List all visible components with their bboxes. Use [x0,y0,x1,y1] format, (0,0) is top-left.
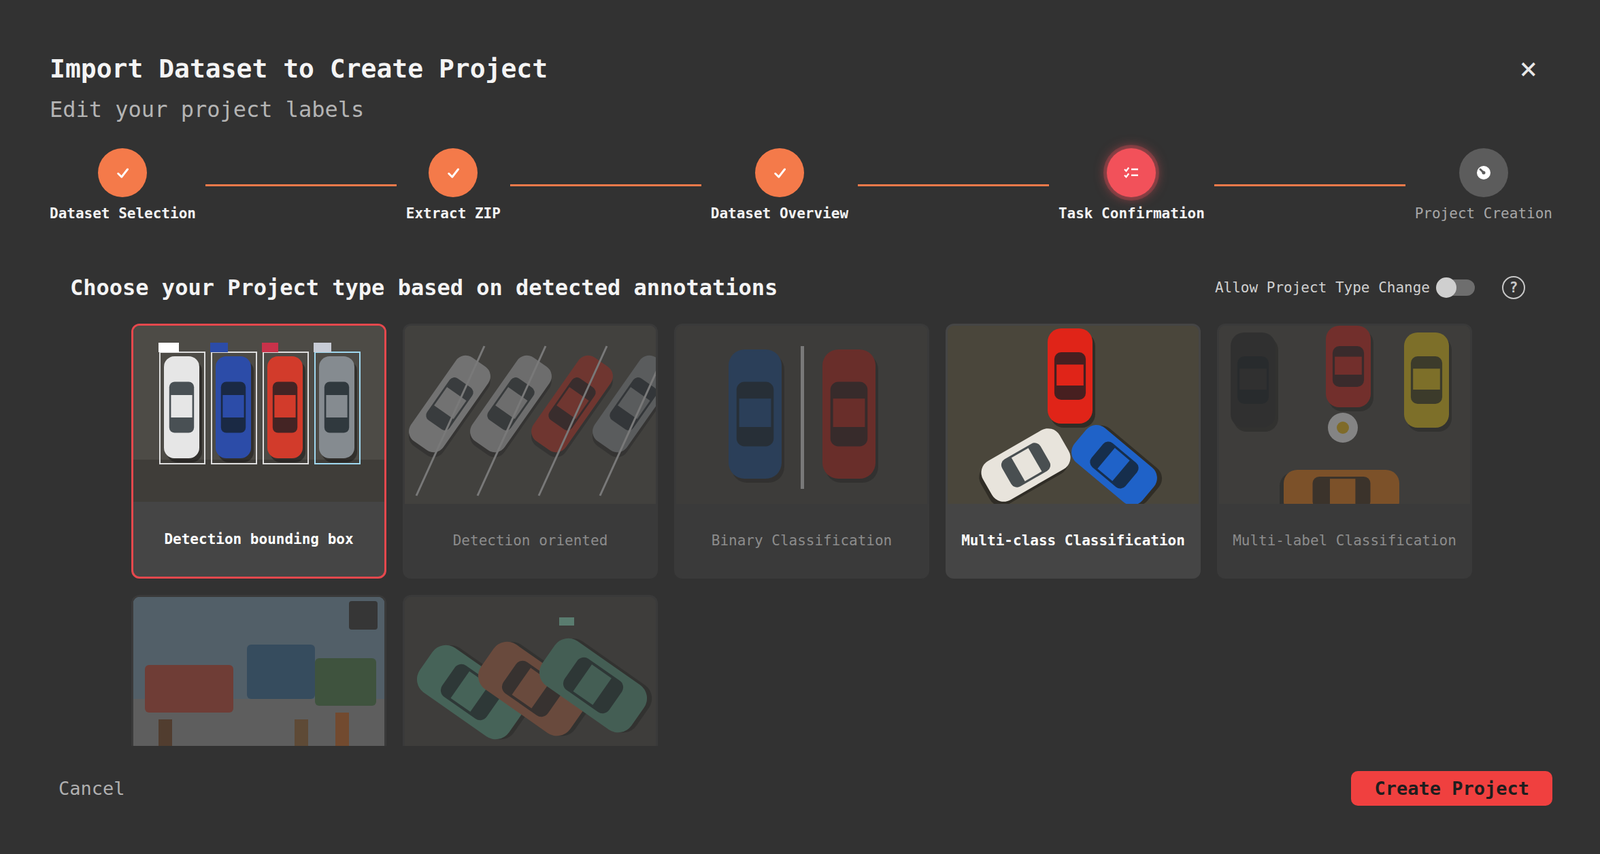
help-icon[interactable]: ? [1502,276,1526,300]
dialog-title: Import Dataset to Create Project [49,51,548,86]
step-label: Dataset Overview [710,204,849,223]
toggle-knob [1436,277,1457,298]
card-image [404,597,656,747]
dialog-footer: Cancel Create Project [49,771,1553,807]
card-image [1219,325,1471,505]
project-type-card[interactable]: Multi-class Classification [945,323,1201,579]
step-circle [1106,148,1156,198]
create-project-button[interactable]: Create Project [1351,771,1553,807]
dialog-subtitle: Edit your project labels [49,94,548,125]
card-image [131,323,387,503]
step-connector [1214,184,1406,187]
step-label: Dataset Selection [49,204,196,223]
step-label: Extract ZIP [406,204,501,223]
check-icon [769,162,790,183]
project-type-card[interactable]: Detection oriented [402,323,658,579]
project-type-grid: Detection bounding box Detection oriented… [131,323,1553,747]
step-circle [1459,148,1509,198]
step: Extract ZIP [406,148,501,223]
card-label: Detection bounding box [133,502,385,577]
project-type-card[interactable] [402,595,658,747]
step-circle [755,148,805,198]
step-connector [857,184,1049,187]
card-image [404,325,656,505]
cancel-button[interactable]: Cancel [58,778,126,800]
dialog-header: Import Dataset to Create Project Edit you… [49,51,548,125]
card-label: Detection oriented [404,504,656,577]
section-heading: Choose your Project type based on detect… [70,271,778,305]
header-row: Import Dataset to Create Project Edit you… [49,51,1553,125]
close-button[interactable]: × [1512,51,1554,86]
type-change-toggle[interactable] [1438,279,1475,296]
gauge-icon [1473,162,1494,183]
section-tools: Allow Project Type Change? [1214,276,1526,300]
check-icon [442,162,464,183]
step-connector [510,184,702,187]
step: Task Confirmation [1058,148,1205,223]
project-type-card[interactable]: Multi-label Classification [1217,323,1473,579]
step-circle [97,148,147,198]
section-header: Choose your Project type based on detect… [49,271,1553,305]
step: Dataset Selection [49,148,196,223]
step-connector [205,184,397,187]
card-image [133,597,385,747]
step: Dataset Overview [710,148,849,223]
step-label: Project Creation [1414,204,1553,223]
import-dialog: Import Dataset to Create Project Edit you… [0,0,1600,854]
step-circle [428,148,478,198]
card-label: Multi-class Classification [947,504,1199,577]
checklist-icon [1121,162,1142,183]
toggle-label: Allow Project Type Change [1214,279,1430,296]
card-image [676,325,928,505]
step-label: Task Confirmation [1058,204,1205,223]
project-type-card[interactable]: Detection bounding box [131,323,387,579]
stepper: Dataset Selection Extract ZIP Dataset Over… [49,148,1553,223]
card-image [947,325,1199,505]
card-label: Multi-label Classification [1219,504,1471,577]
card-label: Binary Classification [676,504,928,577]
project-type-card[interactable] [131,595,387,747]
project-type-card[interactable]: Binary Classification [674,323,930,579]
step: Project Creation [1414,148,1553,223]
check-icon [112,162,133,183]
